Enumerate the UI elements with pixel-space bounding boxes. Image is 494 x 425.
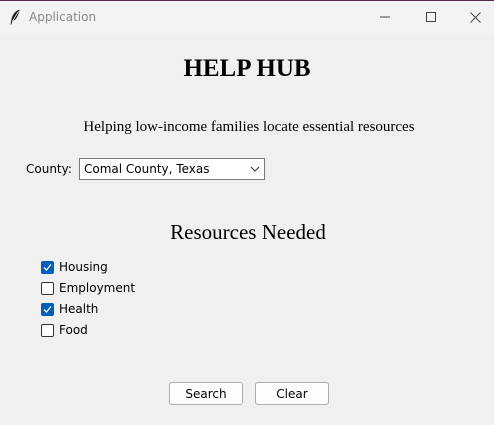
checkbox-label: Housing	[59, 260, 108, 274]
checkmark-icon	[43, 305, 52, 313]
chevron-down-icon	[250, 166, 260, 172]
feather-icon	[10, 9, 20, 25]
resource-checkbox-housing[interactable]: Housing	[41, 259, 108, 275]
checkbox-label: Health	[59, 302, 99, 316]
application-window: Application HELP HUB Helping low-income …	[0, 0, 494, 425]
checkbox[interactable]	[41, 281, 54, 295]
minimize-button[interactable]	[362, 1, 408, 33]
checkmark-icon	[43, 263, 52, 271]
checkbox[interactable]	[41, 302, 54, 316]
page-title: HELP HUB	[183, 55, 311, 82]
county-selected-value: Comal County, Texas	[84, 162, 210, 176]
page-subtitle: Helping low-income families locate essen…	[83, 119, 415, 135]
close-icon	[469, 11, 481, 23]
client-area: HELP HUB Helping low-income families loc…	[0, 33, 494, 425]
clear-button[interactable]: Clear	[255, 382, 329, 405]
title-bar[interactable]: Application	[0, 1, 494, 33]
resource-checkbox-food[interactable]: Food	[41, 322, 88, 338]
search-button[interactable]: Search	[169, 382, 243, 405]
maximize-icon	[426, 12, 436, 22]
checkbox-label: Food	[59, 323, 88, 337]
county-label: County:	[26, 162, 72, 176]
minimize-icon	[380, 16, 390, 18]
window-title: Application	[29, 10, 97, 24]
close-button[interactable]	[452, 1, 494, 33]
resource-checkbox-employment[interactable]: Employment	[41, 280, 135, 296]
county-dropdown[interactable]: Comal County, Texas	[79, 158, 265, 180]
checkbox-label: Employment	[59, 281, 136, 295]
maximize-button[interactable]	[408, 1, 454, 33]
checkbox[interactable]	[41, 323, 54, 337]
resource-checkbox-health[interactable]: Health	[41, 301, 98, 317]
checkbox[interactable]	[41, 260, 54, 274]
resources-title: Resources Needed	[170, 220, 326, 244]
